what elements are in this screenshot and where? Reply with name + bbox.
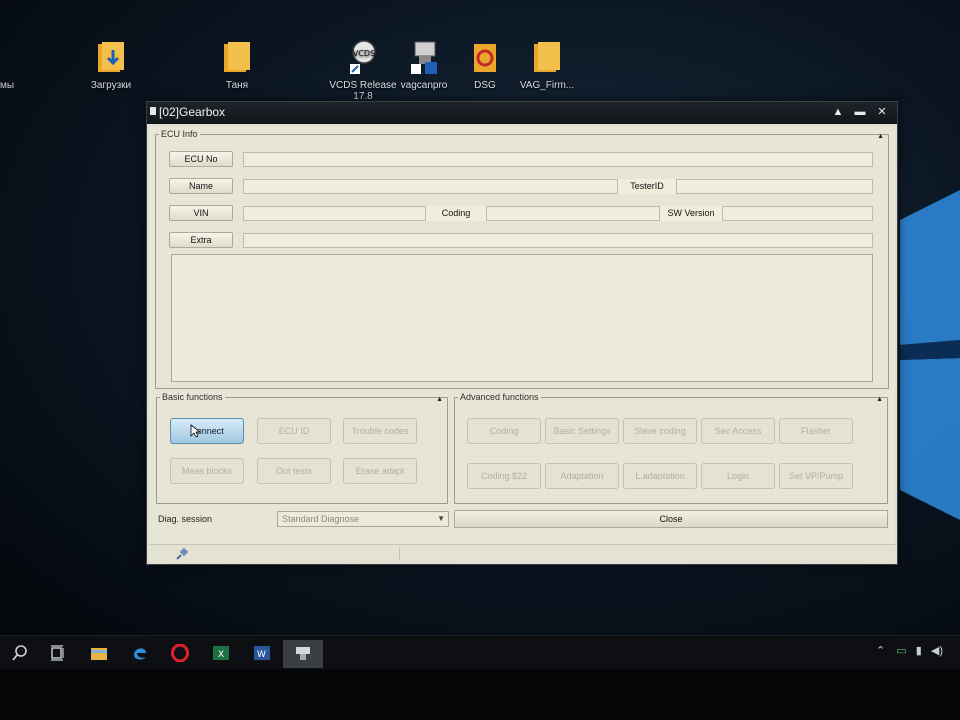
desktop-icon-label: vagcanpro: [400, 80, 448, 91]
desktop-icon-label: Загрузки: [90, 80, 132, 91]
desktop-icon-vag-firm[interactable]: VAG_Firm...: [510, 40, 584, 91]
desktop-icon-label: VAG_Firm...: [519, 80, 575, 91]
taskbar-opera[interactable]: [160, 640, 200, 668]
desktop-icon-tanya[interactable]: Таня: [200, 40, 274, 91]
out-tests-button[interactable]: Out tests: [257, 458, 331, 484]
set-vp-pump-button[interactable]: Set VP/Pump: [779, 463, 853, 489]
file-explorer-icon: [91, 648, 107, 660]
folder-icon: [224, 42, 250, 72]
excel-icon: X: [213, 646, 229, 660]
tester-id-field[interactable]: [678, 179, 873, 194]
connector-plug-icon: [176, 547, 189, 560]
opera-icon: [171, 644, 189, 662]
ecu-id-button[interactable]: ECU ID: [257, 418, 331, 444]
vag-adapter-icon: [296, 647, 310, 660]
vin-field[interactable]: [243, 206, 873, 221]
tester-id-label: TesterID: [617, 179, 677, 194]
desktop-icon-downloads[interactable]: Загрузки: [74, 40, 148, 91]
svg-text:VCDS: VCDS: [353, 49, 375, 58]
coding-22-button[interactable]: Coding $22: [467, 463, 541, 489]
minimize-button[interactable]: ▲: [829, 104, 847, 121]
login-button[interactable]: Login: [701, 463, 775, 489]
close-window-button[interactable]: ✕: [873, 104, 891, 121]
sec-access-button[interactable]: Sec Access: [701, 418, 775, 444]
desktop-icon-label: Таня: [225, 80, 249, 91]
collapse-caret-icon[interactable]: ▲: [876, 396, 883, 403]
network-icon[interactable]: ▮: [916, 645, 922, 657]
downloads-folder-icon: [98, 42, 124, 72]
taskbar-vag-adapter[interactable]: [283, 640, 323, 668]
window-title: [02]Gearbox: [159, 105, 226, 119]
status-bar: [149, 544, 895, 562]
folder-icon: [534, 42, 560, 72]
mouse-cursor-icon: [190, 424, 200, 438]
desktop-icon-label-partial: мы: [0, 80, 15, 91]
ecu-no-button[interactable]: ECU No: [169, 151, 233, 167]
connect-button[interactable]: Connect: [170, 418, 244, 444]
close-button[interactable]: Close: [454, 510, 888, 528]
gearbox-window: [02]Gearbox ▲ ▬ ✕ ECU Info ▲ ECU No Name…: [146, 101, 898, 565]
dsg-folder-icon: [474, 44, 496, 72]
meas-blocks-button[interactable]: Meas blocks: [170, 458, 244, 484]
erase-adapt-button[interactable]: Erase adapt: [343, 458, 417, 484]
taskbar-edge[interactable]: [120, 640, 160, 668]
volume-icon[interactable]: ◀): [931, 645, 943, 657]
name-button[interactable]: Name: [169, 178, 233, 194]
dropdown-arrow-icon[interactable]: ▼: [437, 512, 445, 526]
svg-text:X: X: [218, 650, 224, 660]
vcds-shortcut-icon: VCDS: [350, 40, 376, 74]
basic-settings-button[interactable]: Basic Settings: [545, 418, 619, 444]
ecu-info-memo[interactable]: [171, 254, 873, 382]
battery-icon[interactable]: ▭: [896, 645, 906, 657]
desktop-icon-label: DSG: [474, 80, 496, 91]
taskbar-search[interactable]: [0, 640, 40, 668]
slave-coding-button[interactable]: Slave coding: [623, 418, 697, 444]
vin-button[interactable]: VIN: [169, 205, 233, 221]
trouble-codes-button[interactable]: Trouble codes: [343, 418, 417, 444]
taskbar-file-explorer[interactable]: [79, 640, 119, 668]
collapse-caret-icon[interactable]: ▲: [436, 396, 443, 403]
status-divider: [399, 548, 400, 560]
taskbar-word[interactable]: W: [242, 640, 282, 668]
collapse-caret-icon[interactable]: ▲: [877, 133, 884, 140]
extra-field[interactable]: [243, 233, 873, 248]
sw-version-label: SW Version: [659, 206, 723, 221]
taskbar-excel[interactable]: X: [201, 640, 241, 668]
diag-session-label: Diag. session: [158, 514, 213, 524]
taskbar: X W ⌃ ▭ ▮ ◀): [0, 635, 960, 669]
edge-icon: [134, 648, 146, 660]
task-view-icon: [51, 645, 64, 661]
adaptation-button[interactable]: Adaptation: [545, 463, 619, 489]
title-bar[interactable]: [02]Gearbox ▲ ▬ ✕: [147, 102, 897, 124]
diag-session-value: Standard Diagnose: [282, 514, 360, 524]
vagcanpro-shortcut-icon: [411, 41, 437, 74]
advanced-functions-legend: Advanced functions: [460, 392, 539, 402]
app-icon: [150, 107, 156, 115]
restore-button[interactable]: ▬: [851, 104, 869, 121]
ecu-info-legend: ECU Info: [161, 129, 198, 139]
coding-button[interactable]: Coding: [467, 418, 541, 444]
flasher-button[interactable]: Flasher: [779, 418, 853, 444]
basic-functions-legend: Basic functions: [162, 392, 223, 402]
basic-functions-group: Basic functions ▲: [156, 392, 448, 504]
taskbar-task-view[interactable]: [38, 640, 78, 668]
word-icon: W: [254, 646, 270, 660]
search-icon: [12, 645, 27, 661]
ecu-no-field[interactable]: [243, 152, 873, 167]
window-client: ECU Info ▲ ECU No Name TesterID VIN Codi…: [149, 126, 895, 562]
coding-label: Coding: [425, 206, 487, 221]
screen-bezel: [0, 669, 960, 720]
chevron-up-icon[interactable]: ⌃: [876, 645, 885, 657]
extra-button[interactable]: Extra: [169, 232, 233, 248]
windows-logo-wallpaper: [900, 190, 960, 520]
svg-text:W: W: [257, 650, 266, 660]
diag-session-select[interactable]: Standard Diagnose ▼: [277, 511, 449, 527]
l-adaptation-button[interactable]: L.adaptation: [623, 463, 697, 489]
system-tray: ⌃ ▭ ▮ ◀): [876, 644, 943, 657]
